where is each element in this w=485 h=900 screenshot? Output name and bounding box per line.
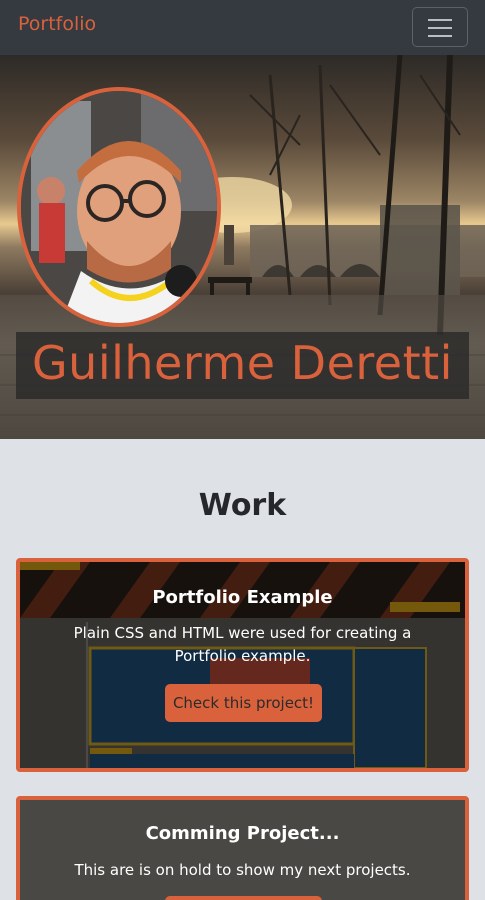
project-title: Comming Project...	[145, 823, 340, 844]
project-description: This are is on hold to show my next proj…	[74, 861, 411, 879]
navbar-toggle-button[interactable]	[412, 7, 468, 47]
project-card: Comming Project... This are is on hold t…	[16, 796, 469, 900]
profile-avatar	[17, 87, 221, 327]
navbar: Portfolio	[0, 0, 485, 55]
project-description: Plain CSS and HTML were used for creatin…	[73, 624, 412, 665]
navbar-brand-link[interactable]: Portfolio	[18, 13, 96, 35]
project-title: Portfolio Example	[152, 587, 333, 608]
hero-name: Guilherme Deretti	[32, 336, 453, 390]
name-banner: Guilherme Deretti	[16, 332, 469, 399]
project-card: Portfolio Example Plain CSS and HTML wer…	[16, 558, 469, 772]
hero-section: Guilherme Deretti	[0, 55, 485, 439]
project-button[interactable]	[165, 896, 322, 900]
check-project-button[interactable]: Check this project!	[165, 684, 322, 722]
profile-photo	[21, 91, 217, 323]
work-heading: Work	[198, 488, 287, 523]
